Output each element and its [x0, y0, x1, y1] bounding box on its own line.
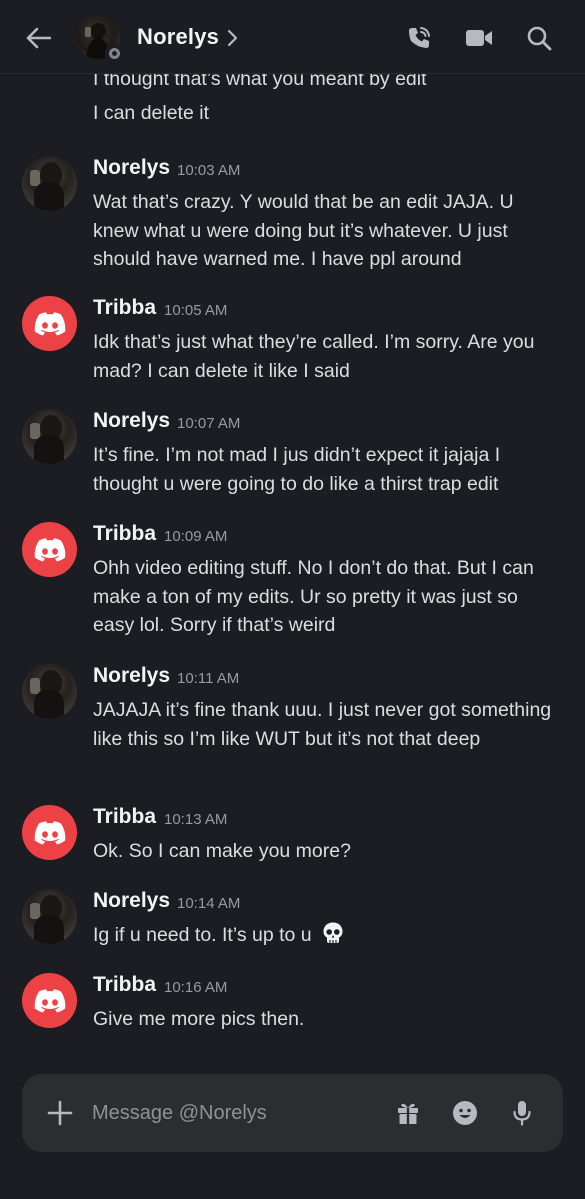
message-author[interactable]: Norelys	[93, 889, 170, 913]
message-text: Idk that’s just what they’re called. I’m…	[93, 331, 535, 382]
phone-call-icon[interactable]	[405, 24, 433, 52]
message-text: Ohh video editing stuff. No I don’t do t…	[93, 557, 534, 636]
message-author[interactable]: Tribba	[93, 296, 156, 320]
discord-logo-icon	[34, 311, 65, 335]
discord-logo-avatar[interactable]	[22, 973, 77, 1028]
plus-icon[interactable]	[46, 1099, 74, 1127]
message-author[interactable]: Tribba	[93, 805, 156, 829]
message-text-container: Ig if u need to. It’s up to u	[93, 921, 563, 954]
message-author[interactable]: Norelys	[93, 156, 170, 180]
video-camera-icon[interactable]	[465, 24, 493, 52]
user-avatar[interactable]	[22, 156, 77, 211]
message-text: Ig if u need to. It’s up to u	[93, 924, 312, 946]
contact-name[interactable]: Norelys	[137, 24, 219, 50]
message-timestamp: 10:03 AM	[177, 162, 241, 179]
message-timestamp: 10:16 AM	[164, 979, 228, 996]
message-author[interactable]: Tribba	[93, 973, 156, 997]
message-timestamp: 10:14 AM	[177, 895, 241, 912]
message-timestamp: 10:13 AM	[164, 811, 228, 828]
message-input[interactable]	[92, 1098, 372, 1128]
message-continuation: I thought that’s what you meant by edit	[93, 74, 427, 90]
message-timestamp: 10:11 AM	[177, 670, 240, 687]
contact-avatar[interactable]	[76, 15, 123, 62]
offline-status-icon	[105, 44, 123, 62]
message-text: Give me more pics then.	[93, 1008, 305, 1030]
skull-emoji	[321, 921, 345, 954]
discord-logo-icon	[34, 988, 65, 1012]
message-timestamp: 10:09 AM	[164, 528, 228, 545]
message-text: Wat that’s crazy. Y would that be an edi…	[93, 191, 514, 270]
message-author[interactable]: Norelys	[93, 664, 170, 688]
message-text: Ok. So I can make you more?	[93, 840, 351, 862]
discord-logo-avatar[interactable]	[22, 296, 77, 351]
message-timestamp: 10:07 AM	[177, 415, 241, 432]
message-author[interactable]: Tribba	[93, 522, 156, 546]
user-avatar[interactable]	[22, 664, 77, 719]
gift-icon[interactable]	[394, 1099, 422, 1127]
message-text: JAJAJA it’s fine thank uuu. I just never…	[93, 699, 552, 750]
message-composer	[22, 1074, 563, 1152]
search-icon[interactable]	[525, 24, 553, 52]
message-author[interactable]: Norelys	[93, 409, 170, 433]
chevron-right-icon[interactable]	[226, 27, 240, 49]
message-continuation: I can delete it	[93, 102, 209, 124]
user-avatar[interactable]	[22, 889, 77, 944]
emoji-icon[interactable]	[451, 1099, 479, 1127]
discord-logo-avatar[interactable]	[22, 805, 77, 860]
user-avatar[interactable]	[22, 409, 77, 464]
discord-logo-avatar[interactable]	[22, 522, 77, 577]
discord-logo-icon	[34, 537, 65, 561]
back-arrow-icon[interactable]	[22, 22, 54, 54]
dm-header: Norelys	[0, 0, 585, 74]
message-timestamp: 10:05 AM	[164, 302, 228, 319]
message-list[interactable]: I thought that’s what you meant by edit …	[0, 74, 585, 1064]
microphone-icon[interactable]	[508, 1099, 536, 1127]
message-text: It’s fine. I’m not mad I jus didn’t expe…	[93, 444, 501, 495]
discord-logo-icon	[34, 820, 65, 844]
dm-screen: Norelys I thought that’s what you meant …	[0, 0, 585, 1199]
